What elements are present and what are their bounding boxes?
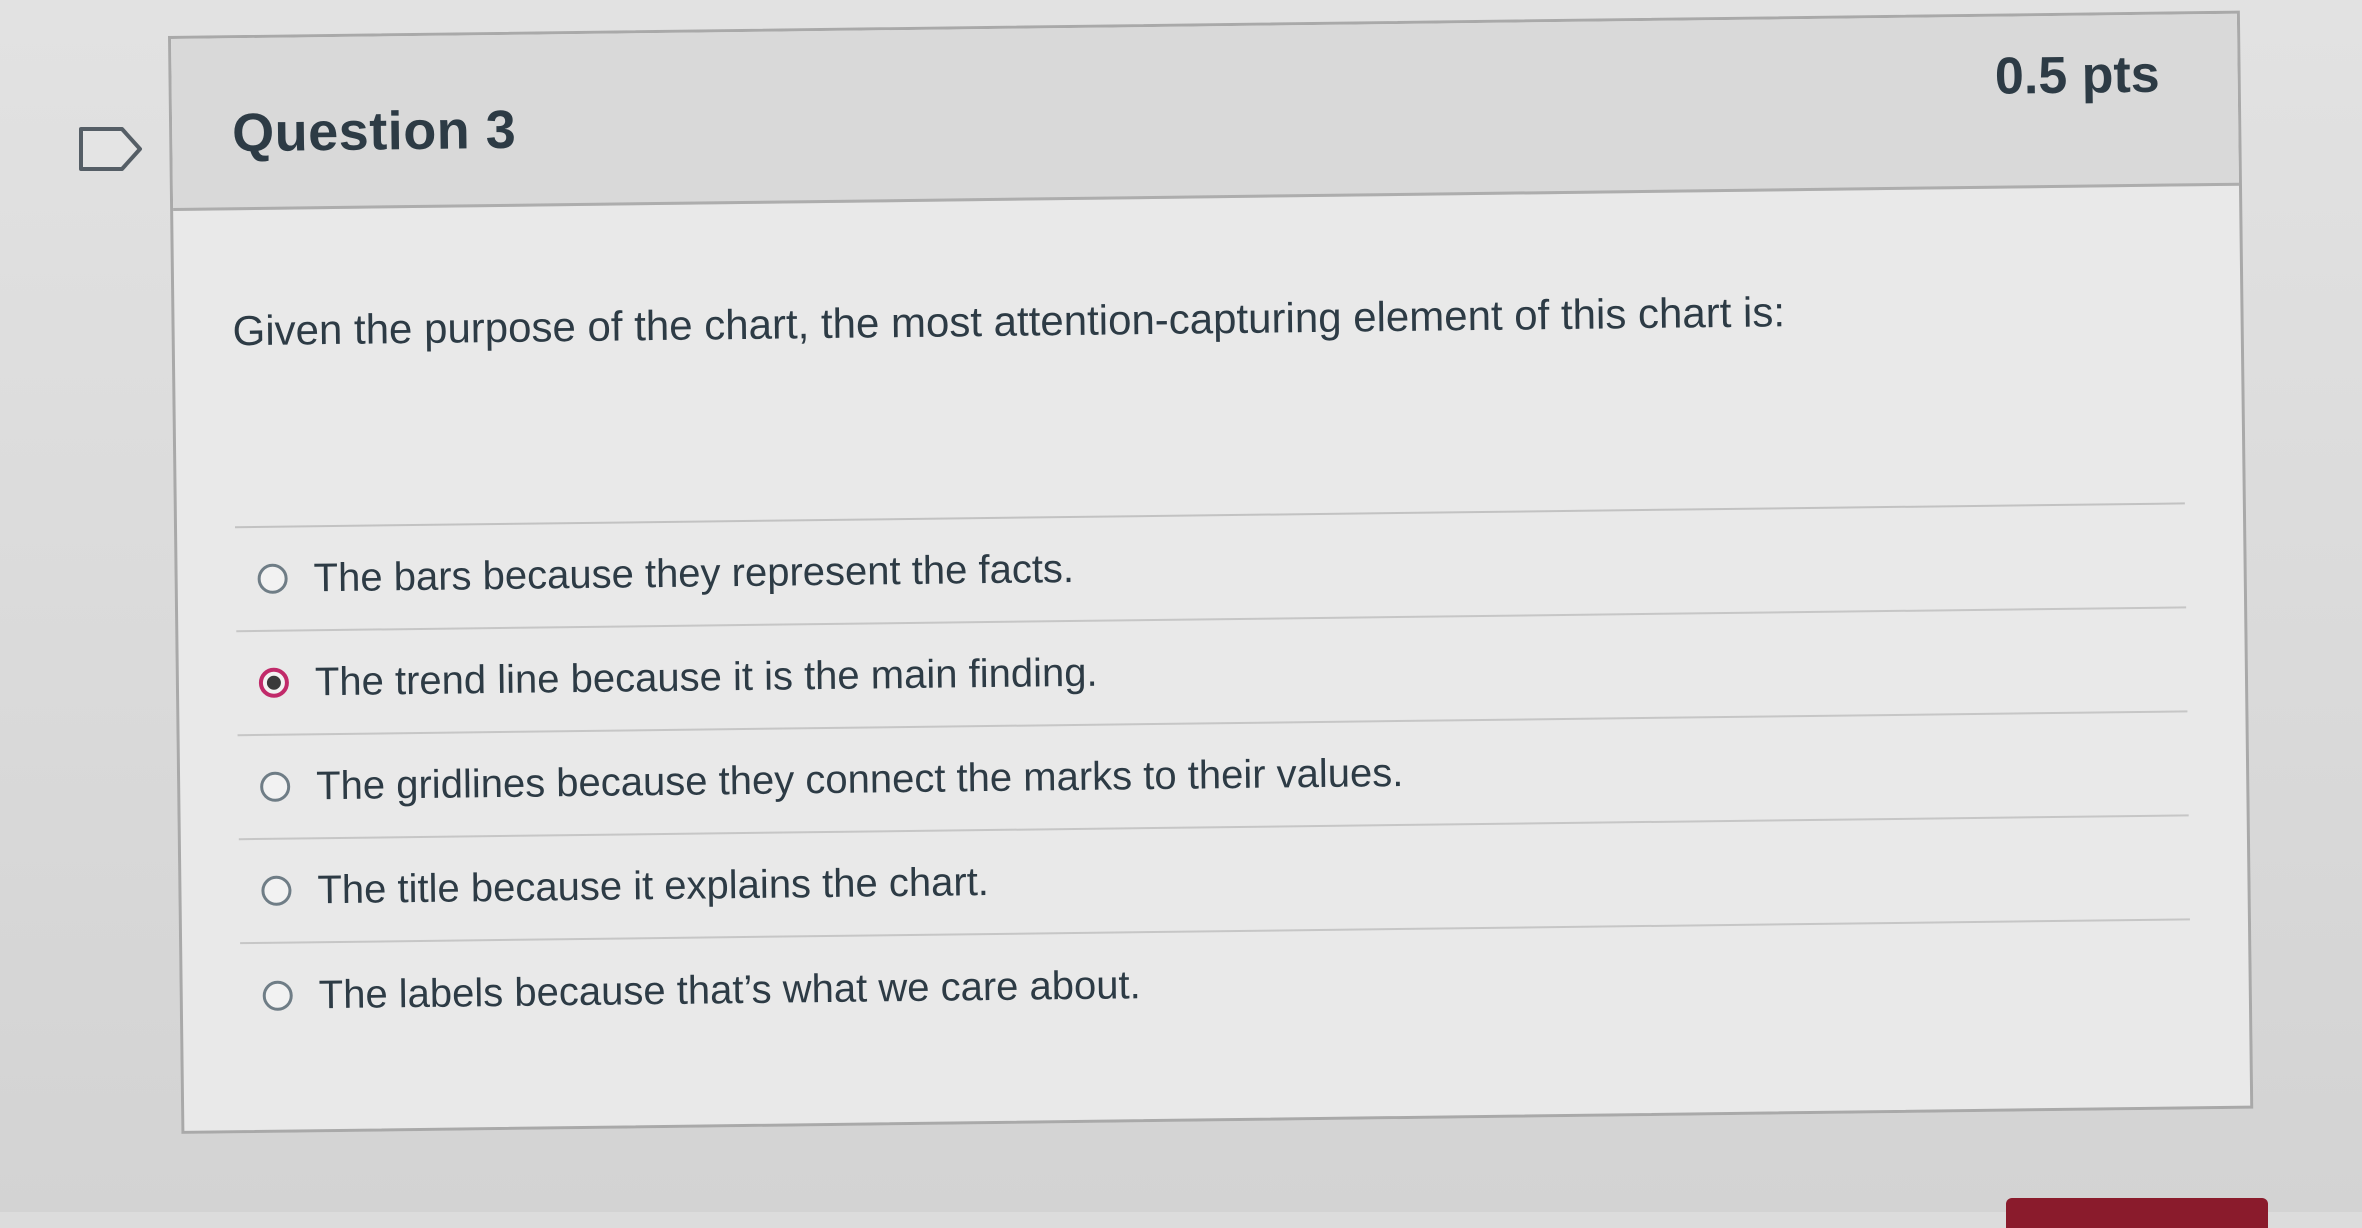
next-button[interactable] <box>2006 1198 2268 1228</box>
answer-list: The bars because they represent the fact… <box>235 504 2191 1049</box>
screen: Question 3 0.5 pts Given the purpose of … <box>0 0 2362 1228</box>
radio-button[interactable] <box>262 980 293 1012</box>
answer-label[interactable]: The bars because they represent the fact… <box>313 547 1074 601</box>
answer-label[interactable]: The labels because that’s what we care a… <box>318 963 1140 1018</box>
answer-label[interactable]: The title because it explains the chart. <box>317 860 989 913</box>
radio-button[interactable] <box>261 875 292 907</box>
flag-icon[interactable] <box>78 126 144 172</box>
question-header: Question 3 0.5 pts <box>171 13 2239 211</box>
radio-button[interactable] <box>258 667 290 699</box>
question-body: Given the purpose of the chart, the most… <box>173 186 2249 1050</box>
question-title: Question 3 <box>231 99 517 164</box>
radio-button[interactable] <box>257 563 288 595</box>
radio-button[interactable] <box>260 771 291 803</box>
question-points: 0.5 pts <box>1994 45 2160 106</box>
answer-label[interactable]: The gridlines because they connect the m… <box>316 751 1404 809</box>
answer-label[interactable]: The trend line because it is the main fi… <box>315 651 1098 706</box>
question-card: Question 3 0.5 pts Given the purpose of … <box>168 10 2254 1134</box>
question-text: Given the purpose of the chart, the most… <box>232 288 1786 355</box>
